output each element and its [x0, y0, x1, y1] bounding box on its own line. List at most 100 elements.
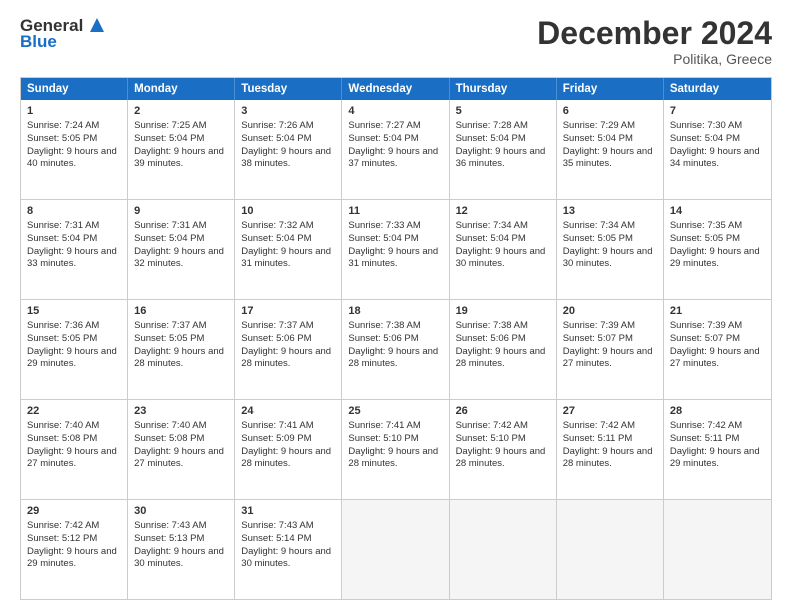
day-number: 7 [670, 104, 765, 119]
daylight-text: Daylight: 9 hours and 28 minutes. [563, 446, 653, 470]
daylight-text: Daylight: 9 hours and 30 minutes. [563, 246, 653, 270]
calendar-row-4: 22Sunrise: 7:40 AMSunset: 5:08 PMDayligh… [21, 400, 771, 500]
header-day-wednesday: Wednesday [342, 78, 449, 100]
sunset-text: Sunset: 5:05 PM [27, 133, 97, 144]
calendar-header: SundayMondayTuesdayWednesdayThursdayFrid… [21, 78, 771, 100]
daylight-text: Daylight: 9 hours and 40 minutes. [27, 146, 117, 170]
daylight-text: Daylight: 9 hours and 37 minutes. [348, 146, 438, 170]
day-number: 17 [241, 304, 335, 319]
table-row [664, 500, 771, 599]
sunset-text: Sunset: 5:04 PM [134, 233, 204, 244]
day-number: 19 [456, 304, 550, 319]
calendar-row-5: 29Sunrise: 7:42 AMSunset: 5:12 PMDayligh… [21, 500, 771, 599]
logo-icon [86, 14, 108, 36]
day-number: 8 [27, 204, 121, 219]
sunrise-text: Sunrise: 7:34 AM [563, 220, 635, 231]
day-number: 11 [348, 204, 442, 219]
sunset-text: Sunset: 5:10 PM [348, 433, 418, 444]
day-number: 18 [348, 304, 442, 319]
daylight-text: Daylight: 9 hours and 30 minutes. [241, 546, 331, 570]
sunrise-text: Sunrise: 7:42 AM [670, 420, 742, 431]
table-row: 8Sunrise: 7:31 AMSunset: 5:04 PMDaylight… [21, 200, 128, 299]
header-day-friday: Friday [557, 78, 664, 100]
sunset-text: Sunset: 5:05 PM [134, 333, 204, 344]
table-row: 28Sunrise: 7:42 AMSunset: 5:11 PMDayligh… [664, 400, 771, 499]
table-row: 16Sunrise: 7:37 AM Sunset: 5:05 PM Dayligh… [128, 300, 235, 399]
daylight-text: Daylight: 9 hours and 27 minutes. [27, 446, 117, 470]
sunset-text: Sunset: 5:06 PM [456, 333, 526, 344]
daylight-text: Daylight: 9 hours and 29 minutes. [27, 546, 117, 570]
sunrise-text: Sunrise: 7:42 AM [563, 420, 635, 431]
table-row: 27Sunrise: 7:42 AMSunset: 5:11 PMDayligh… [557, 400, 664, 499]
sunrise-text: Sunrise: 7:34 AM [456, 220, 528, 231]
title-area: December 2024 Politika, Greece [537, 16, 772, 67]
sunset-text: Sunset: 5:04 PM [241, 233, 311, 244]
sunrise-text: Sunrise: 7:28 AM [456, 120, 528, 131]
daylight-text: Daylight: 9 hours and 39 minutes. [134, 146, 224, 170]
daylight-text: Daylight: 9 hours and 30 minutes. [456, 246, 546, 270]
day-number: 5 [456, 104, 550, 119]
sunrise-text: Sunrise: 7:42 AM [27, 520, 99, 531]
table-row: 31Sunrise: 7:43 AMSunset: 5:14 PMDayligh… [235, 500, 342, 599]
calendar: SundayMondayTuesdayWednesdayThursdayFrid… [20, 77, 772, 600]
daylight-text: Daylight: 9 hours and 35 minutes. [563, 146, 653, 170]
day-number: 1 [27, 104, 121, 119]
sunrise-text: Sunrise: 7:37 AM [241, 320, 313, 331]
daylight-text: Daylight: 9 hours and 28 minutes. [241, 446, 331, 470]
day-number: 25 [348, 404, 442, 419]
daylight-text: Daylight: 9 hours and 27 minutes. [563, 346, 653, 370]
sunrise-text: Sunrise: 7:25 AM [134, 120, 206, 131]
day-number: 24 [241, 404, 335, 419]
table-row: 19Sunrise: 7:38 AM Sunset: 5:06 PM Dayligh… [450, 300, 557, 399]
header-day-sunday: Sunday [21, 78, 128, 100]
header-day-saturday: Saturday [664, 78, 771, 100]
sunset-text: Sunset: 5:06 PM [241, 333, 311, 344]
sunrise-text: Sunrise: 7:33 AM [348, 220, 420, 231]
table-row: 6Sunrise: 7:29 AMSunset: 5:04 PMDaylight… [557, 100, 664, 199]
daylight-text: Daylight: 9 hours and 29 minutes. [27, 346, 117, 370]
daylight-text: Daylight: 9 hours and 31 minutes. [348, 246, 438, 270]
header-day-thursday: Thursday [450, 78, 557, 100]
header-day-monday: Monday [128, 78, 235, 100]
sunset-text: Sunset: 5:04 PM [563, 133, 633, 144]
sunrise-text: Sunrise: 7:37 AM [134, 320, 206, 331]
calendar-row-2: 8Sunrise: 7:31 AMSunset: 5:04 PMDaylight… [21, 200, 771, 300]
table-row [557, 500, 664, 599]
sunset-text: Sunset: 5:10 PM [456, 433, 526, 444]
sunrise-text: Sunrise: 7:43 AM [241, 520, 313, 531]
daylight-text: Daylight: 9 hours and 29 minutes. [670, 446, 760, 470]
daylight-text: Daylight: 9 hours and 28 minutes. [134, 346, 224, 370]
daylight-text: Daylight: 9 hours and 28 minutes. [241, 346, 331, 370]
month-title: December 2024 [537, 16, 772, 51]
sunrise-text: Sunrise: 7:38 AM [456, 320, 528, 331]
sunrise-text: Sunrise: 7:39 AM [563, 320, 635, 331]
table-row: 5Sunrise: 7:28 AMSunset: 5:04 PMDaylight… [450, 100, 557, 199]
table-row: 22Sunrise: 7:40 AMSunset: 5:08 PMDayligh… [21, 400, 128, 499]
sunset-text: Sunset: 5:04 PM [241, 133, 311, 144]
table-row: 7Sunrise: 7:30 AMSunset: 5:04 PMDaylight… [664, 100, 771, 199]
table-row: 18Sunrise: 7:38 AMSunset: 5:06 PMDayligh… [342, 300, 449, 399]
daylight-text: Daylight: 9 hours and 33 minutes. [27, 246, 117, 270]
day-number: 16 [134, 304, 228, 319]
header: General Blue December 2024 Politika, Gre… [20, 16, 772, 67]
daylight-text: Daylight: 9 hours and 28 minutes. [456, 346, 546, 370]
table-row: 12Sunrise: 7:34 AMSunset: 5:04 PMDayligh… [450, 200, 557, 299]
table-row: 23Sunrise: 7:40 AMSunset: 5:08 PMDayligh… [128, 400, 235, 499]
sunset-text: Sunset: 5:11 PM [670, 433, 740, 444]
table-row: 2Sunrise: 7:25 AMSunset: 5:04 PMDaylight… [128, 100, 235, 199]
sunset-text: Sunset: 5:14 PM [241, 533, 311, 544]
table-row: 30Sunrise: 7:43 AMSunset: 5:13 PMDayligh… [128, 500, 235, 599]
calendar-body: 1Sunrise: 7:24 AMSunset: 5:05 PMDaylight… [21, 100, 771, 599]
table-row [450, 500, 557, 599]
table-row: 17Sunrise: 7:37 AM Sunset: 5:06 PM Dayligh… [235, 300, 342, 399]
day-number: 26 [456, 404, 550, 419]
sunrise-text: Sunrise: 7:29 AM [563, 120, 635, 131]
table-row: 1Sunrise: 7:24 AMSunset: 5:05 PMDaylight… [21, 100, 128, 199]
daylight-text: Daylight: 9 hours and 27 minutes. [670, 346, 760, 370]
daylight-text: Daylight: 9 hours and 28 minutes. [456, 446, 546, 470]
day-number: 13 [563, 204, 657, 219]
sunset-text: Sunset: 5:05 PM [563, 233, 633, 244]
sunset-text: Sunset: 5:13 PM [134, 533, 204, 544]
logo: General Blue [20, 16, 108, 52]
sunrise-text: Sunrise: 7:40 AM [27, 420, 99, 431]
